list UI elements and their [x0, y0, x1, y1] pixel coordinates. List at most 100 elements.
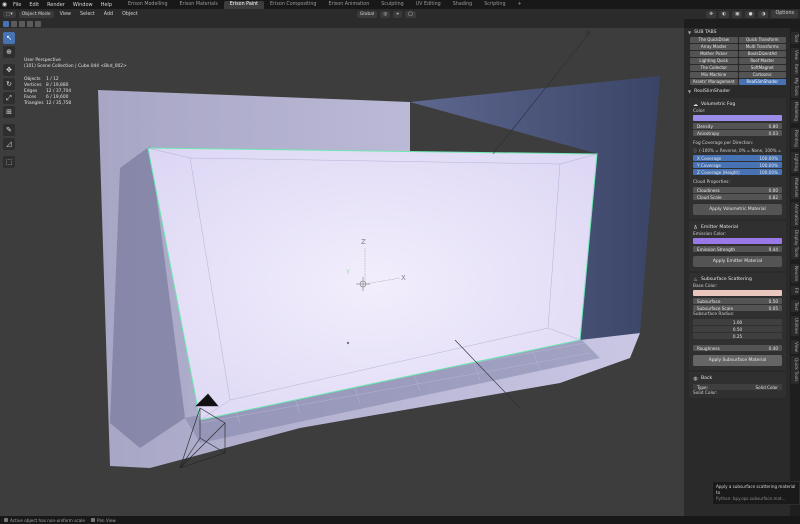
menu-select[interactable]: Select: [77, 12, 98, 17]
subtab-roof-master[interactable]: Roof Master: [738, 58, 786, 64]
density-field[interactable]: Density 0.80: [693, 123, 782, 129]
workspace-tab-compositing[interactable]: Erison Compositing: [264, 1, 322, 9]
subtab-bools[interactable]: BoolsDizentAd: [738, 51, 786, 57]
workspace-tab-shading[interactable]: Shading: [447, 1, 479, 9]
tab-modeling[interactable]: Modeling: [791, 100, 799, 124]
subsurface-field[interactable]: Subsurface 0.50: [693, 298, 782, 304]
overlay-icon[interactable]: ◐: [719, 10, 730, 18]
light-gizmo-icon[interactable]: ✲: [585, 29, 592, 38]
select-subtract-icon[interactable]: [19, 20, 25, 27]
scale-tool-icon[interactable]: ⤢: [3, 92, 15, 104]
menu-edit[interactable]: Edit: [25, 2, 43, 8]
select-box-icon[interactable]: [3, 20, 9, 27]
emission-strength-field[interactable]: Emission Strength 9.44: [693, 246, 782, 252]
tab-view-2[interactable]: View: [791, 340, 799, 354]
subtab-lighting-quick[interactable]: Lighting Quick: [690, 58, 738, 64]
menu-view[interactable]: View: [57, 12, 74, 17]
cursor-tool-icon[interactable]: ⊕: [3, 46, 15, 58]
radius-y-field[interactable]: 0.50: [693, 326, 782, 332]
base-color-swatch[interactable]: [693, 290, 782, 296]
rotate-tool-icon[interactable]: ↻: [3, 78, 15, 90]
xray-icon[interactable]: ▣: [732, 10, 743, 18]
add-workspace-button[interactable]: +: [512, 1, 528, 9]
menu-render[interactable]: Render: [43, 2, 69, 8]
tab-tool[interactable]: Tool: [791, 32, 799, 45]
tab-painting[interactable]: Painting: [791, 128, 799, 149]
tab-materials[interactable]: Materials: [791, 176, 799, 200]
3d-viewport[interactable]: ✲ Z X Y User Perspective (101) Scene Col…: [0, 28, 684, 516]
proportional-edit-icon[interactable]: ◯: [404, 10, 417, 18]
tab-fx[interactable]: FX: [791, 286, 799, 296]
tab-text[interactable]: Text: [791, 300, 799, 313]
roughness-field[interactable]: Roughness 0.40: [693, 345, 782, 351]
tab-item[interactable]: Item: [791, 62, 799, 76]
tab-display-tools[interactable]: Display Tools: [791, 228, 799, 260]
tab-lighting[interactable]: Lighting: [791, 152, 799, 173]
menu-window[interactable]: Window: [69, 2, 97, 8]
options-dropdown[interactable]: Options: [771, 10, 798, 18]
pivot-icon[interactable]: ◎: [380, 10, 391, 18]
subtab-mix-machine[interactable]: Mix Machine: [690, 72, 738, 78]
x-coverage-field[interactable]: X Coverage 100.00%: [693, 155, 782, 161]
subtab-the-collector[interactable]: The Collector: [690, 65, 738, 71]
subtab-array-master[interactable]: Array Master: [690, 44, 738, 50]
tab-view[interactable]: View: [791, 48, 799, 62]
apply-emitter-button[interactable]: Apply Emitter Material: [693, 256, 782, 267]
emission-color-swatch[interactable]: [693, 238, 782, 244]
subtab-assets-management[interactable]: Assets' Management: [690, 79, 738, 85]
workspace-tab-paint[interactable]: Erison Paint: [223, 0, 265, 9]
tab-neuron[interactable]: Neuron: [791, 264, 799, 284]
snap-icon[interactable]: ⌖: [393, 10, 402, 18]
apply-subsurface-button[interactable]: Apply Subsurface Material: [693, 355, 782, 366]
shading-solid-icon[interactable]: ●: [745, 10, 756, 18]
select-extend-icon[interactable]: [11, 20, 17, 27]
select-tool-icon[interactable]: ↖: [3, 32, 15, 44]
radius-z-field[interactable]: 0.25: [693, 333, 782, 339]
workspace-tab-animation[interactable]: Erison Animation: [322, 1, 375, 9]
radius-x-field[interactable]: 1.00: [693, 319, 782, 325]
z-coverage-field[interactable]: Z Coverage (Height) 100.00%: [693, 169, 782, 175]
menu-add[interactable]: Add: [101, 12, 116, 17]
tab-my-tools[interactable]: My Tools: [791, 76, 799, 98]
transform-tool-icon[interactable]: ⊞: [3, 106, 15, 118]
select-invert-icon[interactable]: [27, 20, 33, 27]
subtab-quick-transform[interactable]: Quick Transform: [738, 37, 786, 43]
app-logo-icon[interactable]: ◉: [0, 0, 9, 9]
subtab-softmagnet[interactable]: SoftMagnet: [738, 65, 786, 71]
apply-volumetric-button[interactable]: Apply Volumetric Material: [693, 204, 782, 215]
cloudiness-field[interactable]: Cloudiness 0.00: [693, 187, 782, 193]
workspace-tab-uv-editing[interactable]: UV Editing: [410, 1, 447, 9]
menu-help[interactable]: Help: [97, 2, 116, 8]
shader-header[interactable]: ▼ RealSlimShader: [684, 87, 790, 96]
orientation-dropdown[interactable]: Global: [356, 10, 378, 18]
workspace-tab-materials[interactable]: Erison Materials: [174, 1, 224, 9]
tab-animation[interactable]: Animation: [791, 202, 799, 228]
fog-color-swatch[interactable]: [693, 115, 782, 121]
workspace-tab-sculpting[interactable]: Sculpting: [375, 1, 409, 9]
editor-type-icon[interactable]: ⬚▾: [3, 10, 16, 18]
subtab-realslimshader[interactable]: RealSlimShader: [738, 79, 786, 85]
shading-rendered-icon[interactable]: ◑: [758, 10, 769, 18]
subtabs-header[interactable]: ▼ SUB TABS: [684, 28, 790, 37]
menu-object[interactable]: Object: [119, 12, 141, 17]
subtab-cartoonic[interactable]: Cartoonic: [738, 72, 786, 78]
move-tool-icon[interactable]: ✥: [3, 64, 15, 76]
background-type-field[interactable]: Type: Solid Color: [693, 384, 782, 390]
anisotropy-field[interactable]: Anisotropy 0.03: [693, 130, 782, 136]
y-coverage-field[interactable]: Y Coverage 100.00%: [693, 162, 782, 168]
tab-quick-tools[interactable]: Quick Tools: [791, 356, 799, 384]
cloud-scale-field[interactable]: Cloud Scale 0.82: [693, 194, 782, 200]
add-cube-tool-icon[interactable]: ⬚: [3, 156, 15, 168]
mode-dropdown[interactable]: Object Mode: [18, 10, 54, 18]
subtab-quickdraw[interactable]: The QuickDraw: [690, 37, 738, 43]
workspace-tab-modelling[interactable]: Erison Modelling: [122, 1, 174, 9]
workspace-tab-scripting[interactable]: Scripting: [478, 1, 511, 9]
measure-tool-icon[interactable]: ◿: [3, 138, 15, 150]
subtab-mother-picker[interactable]: Mother Picker: [690, 51, 738, 57]
tab-utilities[interactable]: Utilities: [791, 316, 799, 336]
menu-file[interactable]: File: [9, 2, 25, 8]
annotate-tool-icon[interactable]: ✎: [3, 124, 15, 136]
gizmo-icon[interactable]: ✥: [706, 10, 717, 18]
select-intersect-icon[interactable]: [35, 20, 41, 27]
subsurface-scale-field[interactable]: Subsurface Scale 0.05: [693, 305, 782, 311]
